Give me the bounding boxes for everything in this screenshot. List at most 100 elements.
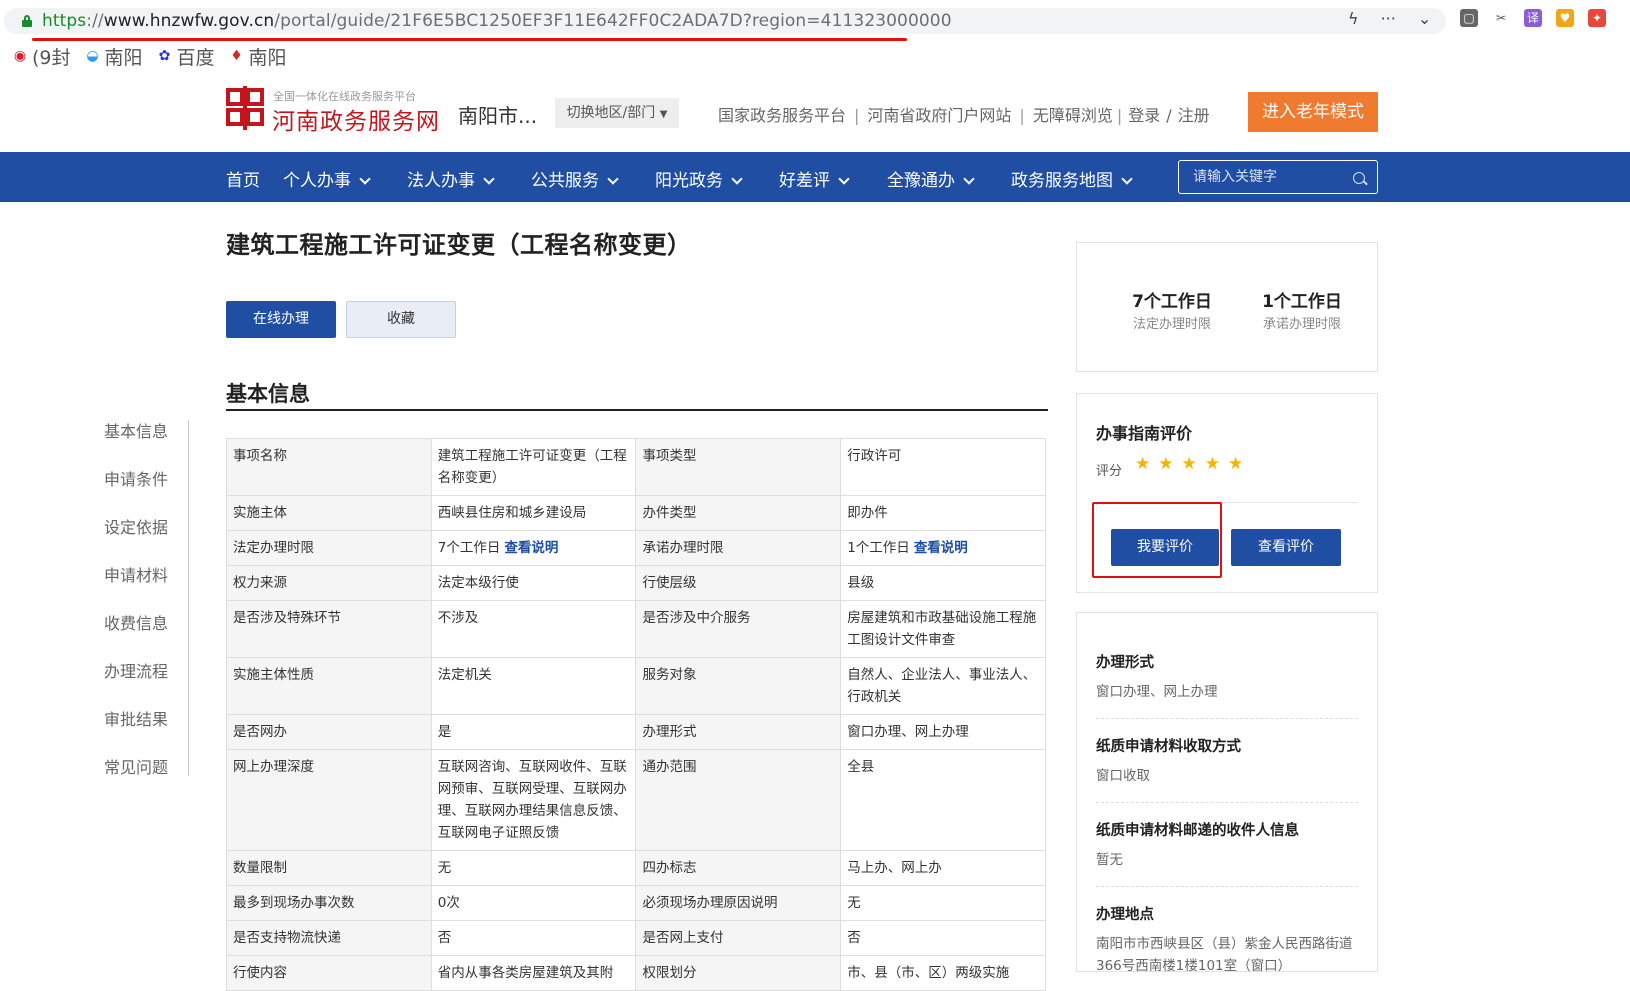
search-icon[interactable] [1353, 172, 1365, 184]
cell-text: 实施主体性质 [233, 667, 314, 683]
cell-text: 7个工作日 [437, 540, 501, 556]
bookmark-label: 百度 [176, 46, 215, 69]
cell-text: 否 [437, 930, 452, 946]
cell-text: 法定机关 [437, 667, 492, 683]
detail-value: 窗口收取 [1096, 768, 1150, 784]
screenshot-extension-icon[interactable]: ▢ [1460, 9, 1478, 27]
separator: | [1019, 106, 1025, 125]
legal-time-value: 7个工作日 [1132, 292, 1212, 312]
table-key-cell: 数量限制 [226, 850, 432, 886]
nav-label: 全豫通办 [887, 171, 955, 191]
cell-text: 西峡县住房和城乡建设局 [437, 505, 587, 521]
url-scheme: https [42, 11, 87, 31]
star-icon[interactable]: ★ [1228, 454, 1251, 474]
side-menu-rail [188, 420, 189, 776]
table-value-cell: 房屋建筑和市政基础设施工程施工图设计文件审查 [840, 600, 1046, 658]
nav-label: 好差评 [779, 171, 830, 191]
url-text[interactable]: https://www.hnzwfw.gov.cn/portal/guide/2… [42, 11, 952, 31]
table-value-cell: 否 [430, 920, 637, 956]
side-item-conditions[interactable]: 申请条件 [104, 466, 190, 514]
nav-item-corporate[interactable]: 法人办事 [407, 166, 495, 191]
bookmarks-bar: ◉ (9封 ◒ 南阳 ✿ 百度 ♦ 南阳 [0, 42, 1630, 70]
nav-item-rating[interactable]: 好差评 [779, 166, 850, 191]
side-item-basic-info[interactable]: 基本信息 [104, 418, 190, 466]
table-value-cell: 法定机关 [430, 657, 637, 715]
lightning-icon[interactable]: ϟ [1348, 9, 1359, 28]
star-icon[interactable]: ★ [1205, 454, 1228, 474]
rating-label: 评分 [1096, 464, 1123, 479]
cell-text: 办件类型 [642, 505, 697, 521]
bookmark-item[interactable]: ◉ (9封 [12, 43, 71, 70]
cell-text: 不涉及 [437, 610, 479, 626]
table-key-cell: 是否网办 [226, 714, 432, 750]
detail-value: 暂无 [1096, 852, 1123, 868]
rating-stars[interactable]: ★★★★★ [1135, 454, 1251, 474]
search-input[interactable] [1193, 169, 1343, 185]
side-item-process[interactable]: 办理流程 [104, 658, 190, 706]
nav-item-sunshine[interactable]: 阳光政务 [655, 166, 743, 191]
chevron-down-icon [607, 173, 619, 185]
view-explanation-link[interactable]: 查看说明 [914, 540, 968, 556]
nav-item-public-services[interactable]: 公共服务 [531, 166, 619, 191]
cell-text: 行使内容 [233, 965, 287, 981]
bookmark-item[interactable]: ✿ 百度 [157, 43, 215, 70]
bookmark-item[interactable]: ◒ 南阳 [85, 43, 142, 70]
main-nav: 首页 个人办事 法人办事 公共服务 阳光政务 好差评 全豫通办 政务服务地图 [0, 152, 1630, 202]
chevron-down-icon [963, 173, 975, 185]
side-item-basis[interactable]: 设定依据 [104, 514, 190, 562]
table-row: 实施主体性质 法定机关 服务对象 自然人、企业法人、事业法人、行政机关 [226, 657, 1046, 715]
side-item-faq[interactable]: 常见问题 [104, 754, 190, 802]
nav-item-personal[interactable]: 个人办事 [283, 166, 371, 191]
table-row: 法定办理时限 7个工作日 查看说明 承诺办理时限 1个工作日 查看说明 [226, 530, 1046, 566]
nav-item-all-henan[interactable]: 全豫通办 [887, 166, 975, 191]
switch-region-button[interactable]: 切换地区/部门 ▼ [555, 98, 679, 128]
table-value-cell: 建筑工程施工许可证变更（工程名称变更） [430, 438, 637, 496]
cell-text: 县级 [847, 575, 875, 591]
henan-logo-icon[interactable] [226, 86, 266, 130]
table-key-cell: 行使层级 [635, 565, 842, 601]
table-key-cell: 四办标志 [635, 850, 842, 886]
side-item-results[interactable]: 审批结果 [104, 706, 190, 754]
table-row: 是否网办 是 办理形式 窗口办理、网上办理 [226, 714, 1046, 750]
more-icon[interactable]: ··· [1381, 9, 1396, 28]
elder-mode-button[interactable]: 进入老年模式 [1248, 92, 1378, 132]
nav-item-home[interactable]: 首页 [226, 166, 260, 191]
nav-item-service-map[interactable]: 政务服务地图 [1011, 166, 1133, 191]
bookmark-item[interactable]: ♦ 南阳 [229, 43, 286, 70]
cell-text: 1个工作日 [847, 540, 910, 556]
link-national-platform[interactable]: 国家政务服务平台 [718, 106, 846, 125]
cell-text: 即办件 [847, 505, 888, 521]
cell-text: 窗口办理、网上办理 [847, 724, 969, 740]
star-icon[interactable]: ★ [1158, 454, 1181, 474]
table-value-cell: 全县 [840, 749, 1046, 851]
table-row: 事项名称 建筑工程施工许可证变更（工程名称变更） 事项类型 行政许可 [226, 438, 1046, 496]
current-city: 南阳市... [458, 104, 538, 128]
game-extension-icon[interactable]: ✦ [1588, 9, 1606, 27]
star-icon[interactable]: ★ [1182, 454, 1205, 474]
cell-text: 建筑工程施工许可证变更（工程名称变更） [437, 448, 627, 486]
favorite-button[interactable]: 收藏 [346, 301, 456, 338]
shield-extension-icon[interactable]: ♥ [1556, 9, 1574, 27]
login-link[interactable]: 登录 [1128, 106, 1160, 125]
link-accessibility[interactable]: 无障碍浏览 [1033, 106, 1113, 125]
table-row: 数量限制 无 四办标志 马上办、网上办 [226, 850, 1046, 886]
side-item-materials[interactable]: 申请材料 [104, 562, 190, 610]
side-item-fees[interactable]: 收费信息 [104, 610, 190, 658]
logo-title[interactable]: 河南政务服务网 [272, 102, 440, 136]
cell-text: 权力来源 [233, 575, 287, 591]
star-icon[interactable]: ★ [1135, 454, 1158, 474]
address-field[interactable]: https://www.hnzwfw.gov.cn/portal/guide/2… [4, 8, 1446, 34]
view-explanation-link[interactable]: 查看说明 [504, 540, 558, 556]
translate-extension-icon[interactable]: 译 [1524, 9, 1542, 27]
link-province-portal[interactable]: 河南省政府门户网站 [867, 106, 1011, 125]
view-ratings-button[interactable]: 查看评价 [1231, 529, 1341, 566]
online-apply-button[interactable]: 在线办理 [226, 301, 336, 338]
lock-icon [22, 15, 32, 27]
detail-item: 办理形式 窗口办理、网上办理 [1096, 651, 1358, 703]
table-key-cell: 权限划分 [635, 955, 842, 991]
register-link[interactable]: 注册 [1178, 106, 1210, 125]
cell-text: 实施主体 [233, 505, 287, 521]
cell-text: 是 [437, 724, 452, 740]
chevron-down-icon[interactable]: ⌄ [1418, 9, 1431, 28]
scissors-extension-icon[interactable]: ✂ [1492, 9, 1510, 27]
